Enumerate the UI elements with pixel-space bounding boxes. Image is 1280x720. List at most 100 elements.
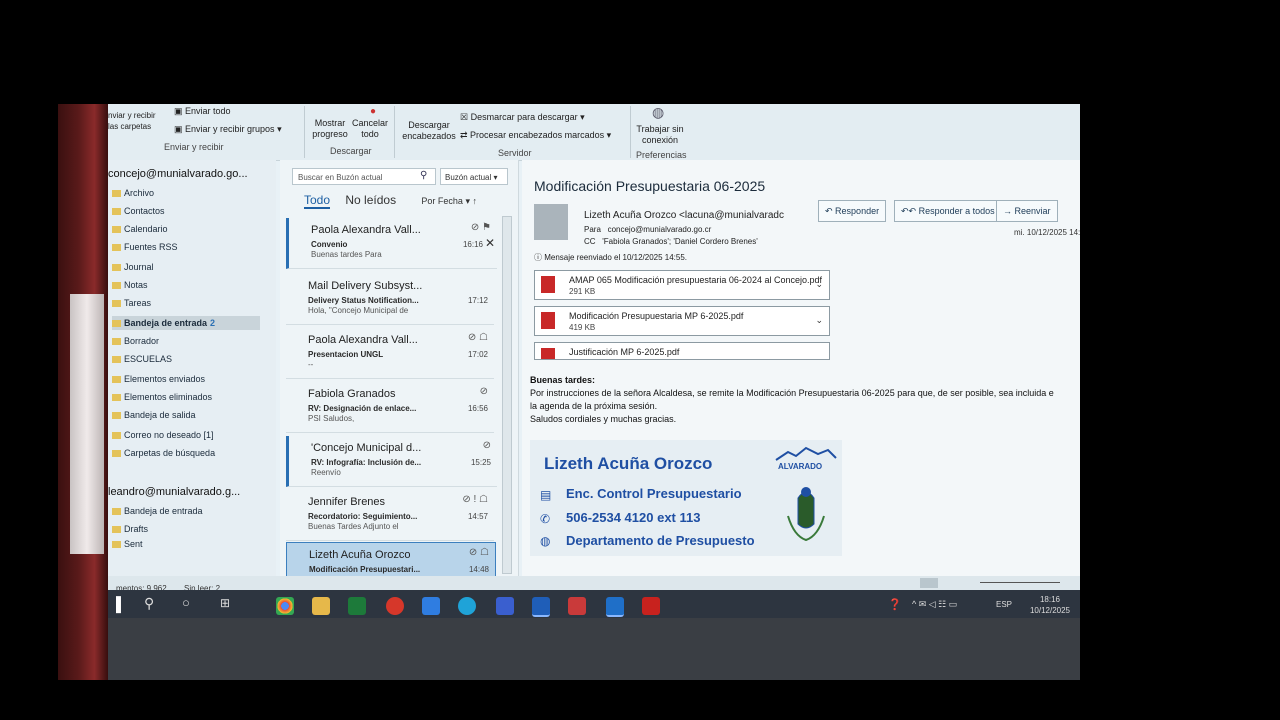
- forward-icon: →: [1003, 206, 1015, 216]
- chevron-down-icon[interactable]: ⌄: [815, 315, 823, 326]
- attachment[interactable]: Justificación MP 6-2025.pdf: [534, 342, 830, 360]
- clock[interactable]: 18:16 10/12/2025: [1030, 594, 1070, 616]
- folder-item[interactable]: Bandeja de entrada: [112, 504, 203, 518]
- folder-item[interactable]: Contactos: [112, 204, 165, 218]
- attachment[interactable]: AMAP 065 Modificación presupuestaria 06-…: [534, 270, 830, 300]
- cortana-icon[interactable]: ○: [182, 595, 190, 610]
- list-item[interactable]: 'Concejo Municipal d... RV: Infografía: …: [286, 436, 497, 487]
- flag-stripe: [70, 294, 104, 554]
- show-progress-button[interactable]: Mostrar progreso: [312, 118, 348, 140]
- search-input[interactable]: Buscar en Buzón actual: [292, 168, 436, 185]
- edge-icon[interactable]: [458, 597, 476, 615]
- chevron-down-icon[interactable]: ⌄: [815, 279, 823, 290]
- list-item[interactable]: Jennifer Brenes Recordatorio: Seguimient…: [286, 490, 494, 541]
- cancel-all-button[interactable]: Cancelar todo: [350, 118, 390, 140]
- folder-item-inbox[interactable]: Bandeja de entrada 2: [112, 316, 260, 330]
- folder-item[interactable]: Borrador: [112, 334, 159, 348]
- groups-icon: ▣: [174, 124, 186, 134]
- account-header[interactable]: concejo@munialvarado.go...: [108, 168, 248, 180]
- folder-item[interactable]: Bandeja de salida: [112, 408, 196, 422]
- folder-item[interactable]: Elementos eliminados: [112, 390, 212, 404]
- folder-item[interactable]: Correo no deseado [1]: [112, 428, 214, 442]
- attachment-icon: ⊘: [482, 440, 491, 451]
- download-headers-button[interactable]: Descargar encabezados: [400, 120, 458, 142]
- acrobat-icon[interactable]: [642, 597, 660, 615]
- sort-dropdown[interactable]: Por Fecha ▾ ↑: [421, 196, 477, 206]
- zoom-slider[interactable]: [980, 582, 1060, 583]
- signature-role: Enc. Control Presupuestario: [566, 486, 742, 501]
- phone-icon: ✆: [540, 512, 551, 526]
- to-line: Para concejo@munialvarado.go.cr: [584, 225, 712, 234]
- preview: Buenas Tardes Adjunto el: [308, 522, 399, 531]
- greeting: Buenas tardes:: [530, 375, 596, 385]
- reading-pane: Modificación Presupuestaria 06-2025 Lize…: [522, 160, 1080, 580]
- send-all-button[interactable]: ▣ Enviar todo: [174, 106, 231, 117]
- search-icon[interactable]: ⚲: [144, 595, 154, 612]
- folder-item[interactable]: Sent: [112, 540, 143, 548]
- folder-item[interactable]: Drafts: [112, 522, 148, 536]
- process-icon: ⇄: [460, 130, 471, 140]
- folder-item[interactable]: Carpetas de búsqueda: [112, 446, 215, 460]
- folder-item[interactable]: Fuentes RSS: [112, 240, 178, 254]
- list-item[interactable]: Mail Delivery Subsyst... Delivery Status…: [286, 274, 494, 325]
- tab-unread[interactable]: No leídos: [345, 193, 396, 207]
- list-item[interactable]: Paola Alexandra Vall... Presentacion UNG…: [286, 328, 494, 379]
- flag-background: [58, 104, 110, 680]
- group-label: Enviar y recibir: [164, 142, 224, 152]
- app-icon[interactable]: [386, 597, 404, 615]
- folder-item[interactable]: Tareas: [112, 296, 151, 310]
- list-item[interactable]: Paola Alexandra Vall... Convenio Buenas …: [286, 218, 497, 269]
- folder-item[interactable]: Archivo: [112, 186, 154, 200]
- folder-item[interactable]: Notas: [112, 278, 148, 292]
- start-icon[interactable]: ▌: [116, 596, 126, 612]
- folder-icon: [112, 319, 121, 327]
- info-icon: ⓘ: [534, 253, 545, 262]
- app-icon[interactable]: [422, 597, 440, 615]
- time: 14:48: [468, 565, 489, 574]
- list-item-selected[interactable]: Lizeth Acuña Orozco Modificación Presupu…: [286, 542, 496, 580]
- list-item[interactable]: Fabiola Granados RV: Designación de enla…: [286, 382, 494, 433]
- work-offline-button[interactable]: Trabajar sin conexión: [636, 124, 684, 146]
- app-icon[interactable]: [568, 597, 586, 615]
- outlook-icon[interactable]: [606, 597, 624, 617]
- subject: Convenio: [311, 240, 348, 249]
- tab-all[interactable]: Todo: [304, 193, 331, 209]
- account-header[interactable]: leandro@munialvarado.g...: [108, 486, 240, 498]
- file-explorer-icon[interactable]: [312, 597, 330, 615]
- folder-icon: [112, 299, 121, 307]
- tray-icons[interactable]: ^ ✉ ◁ ☷ ▭: [912, 599, 957, 610]
- preview: PSI Saludos,: [308, 414, 355, 423]
- folder-item[interactable]: Elementos enviados: [112, 372, 205, 386]
- folder-icon: [112, 281, 121, 289]
- sender-line: Lizeth Acuña Orozco <lacuna@munialvaradc: [584, 210, 784, 221]
- sender: Fabiola Granados: [308, 388, 396, 400]
- pdf-icon: [541, 276, 555, 293]
- delete-icon[interactable]: ✕: [485, 236, 495, 250]
- send-receive-folders-button[interactable]: nviar y recibir las carpetas: [108, 110, 156, 132]
- attachment[interactable]: Modificación Presupuestaria MP 6-2025.pd…: [534, 306, 830, 336]
- reply-button[interactable]: ↶ Responder: [818, 200, 887, 222]
- task-view-icon[interactable]: ⊞: [220, 596, 230, 610]
- unmark-download-button[interactable]: ☒ Desmarcar para descargar ▾: [460, 112, 585, 123]
- scope-dropdown[interactable]: Buzón actual ▾: [440, 168, 508, 185]
- group-label: Descargar: [330, 146, 372, 156]
- normal-view-icon[interactable]: [920, 578, 938, 588]
- folder-item[interactable]: Journal: [112, 260, 154, 274]
- app-icon[interactable]: [496, 597, 514, 615]
- folder-icon: [112, 525, 121, 533]
- chrome-icon[interactable]: [276, 597, 294, 615]
- language-indicator[interactable]: ESP: [996, 600, 1012, 609]
- word-icon[interactable]: [532, 597, 550, 617]
- body-line: la agenda de la próxima sesión.: [530, 401, 658, 411]
- process-headers-button[interactable]: ⇄ Procesar encabezados marcados ▾: [460, 130, 611, 141]
- forward-button[interactable]: → Reenviar: [996, 200, 1058, 222]
- send-receive-groups-button[interactable]: ▣ Enviar y recibir grupos ▾: [174, 124, 282, 135]
- reply-all-button[interactable]: ↶↶ Responder a todos: [894, 200, 1002, 222]
- folder-item[interactable]: ESCUELAS: [112, 352, 172, 366]
- scrollbar[interactable]: [502, 216, 512, 574]
- folder-icon: [112, 375, 121, 383]
- folder-item[interactable]: Calendario: [112, 222, 168, 236]
- help-icon[interactable]: ❓: [888, 598, 902, 611]
- excel-icon[interactable]: [348, 597, 366, 615]
- sender: Paola Alexandra Vall...: [308, 334, 418, 346]
